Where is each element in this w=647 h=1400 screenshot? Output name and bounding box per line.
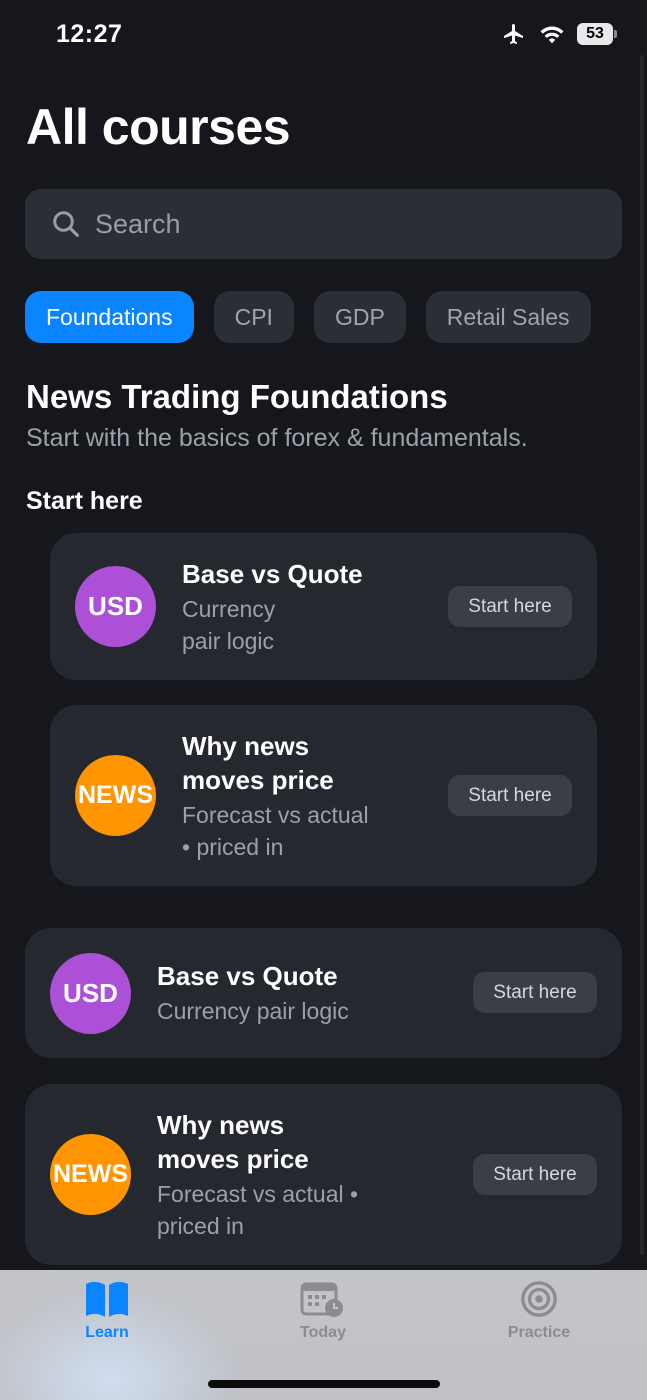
usd-badge: USD [50,953,131,1034]
search-icon [53,211,79,237]
battery-icon: 53 [577,23,617,45]
course-card-base-vs-quote[interactable]: USD Base vs Quote Currency pair logic St… [25,928,622,1058]
tab-label: Learn [85,1324,129,1341]
tab-label: Today [300,1324,346,1341]
usd-badge: USD [75,566,156,647]
status-time: 12:27 [56,20,123,48]
scroll-indicator[interactable] [640,55,644,1255]
section-subtitle: Start with the basics of forex & fundame… [26,424,528,452]
card-title: Why news moves price [157,1110,309,1174]
airplane-icon [504,24,523,44]
featured-card-why-news[interactable]: NEWS Why news moves price Forecast vs ac… [50,705,597,886]
page-title: All courses [26,99,291,155]
card-title: Why news moves price [182,731,334,795]
card-title: Base vs Quote [157,961,338,991]
tab-today[interactable]: Today [258,1280,388,1342]
card-subtitle: Forecast vs actual • priced in [157,1181,359,1239]
wifi-icon [540,26,564,44]
tab-practice[interactable]: Practice [474,1280,604,1342]
start-here-button[interactable]: Start here [473,1154,597,1195]
featured-card-base-vs-quote[interactable]: USD Base vs Quote Currency pair logic St… [50,533,597,680]
news-badge: NEWS [75,755,156,836]
target-icon [521,1281,557,1317]
course-card-why-news[interactable]: NEWS Why news moves price Forecast vs ac… [25,1084,622,1265]
start-here-button[interactable]: Start here [448,586,572,627]
chip-retail-sales[interactable]: Retail Sales [425,291,591,343]
status-icons: 53 [501,22,617,46]
news-badge: NEWS [50,1134,131,1215]
search-bar[interactable] [25,189,622,259]
tab-learn[interactable]: Learn [42,1280,172,1342]
start-here-button[interactable]: Start here [473,972,597,1013]
search-input[interactable] [95,208,575,240]
card-subtitle: Currency pair logic [157,998,349,1024]
section-title: News Trading Foundations [26,378,448,415]
calendar-clock-icon [300,1282,343,1317]
start-here-button[interactable]: Start here [448,775,572,816]
card-title: Base vs Quote [182,559,363,589]
chip-gdp[interactable]: GDP [313,291,406,343]
category-chips: Foundations CPI GDP Retail Sales [25,291,591,343]
chip-cpi[interactable]: CPI [213,291,294,343]
home-indicator[interactable] [208,1380,440,1388]
card-subtitle: Forecast vs actual • priced in [182,802,369,860]
status-bar: 12:27 53 [0,0,647,70]
start-here-header: Start here [26,487,143,515]
book-icon [86,1281,128,1317]
chip-foundations[interactable]: Foundations [25,291,194,343]
tab-label: Practice [507,1324,571,1341]
card-subtitle: Currency pair logic [182,596,276,654]
